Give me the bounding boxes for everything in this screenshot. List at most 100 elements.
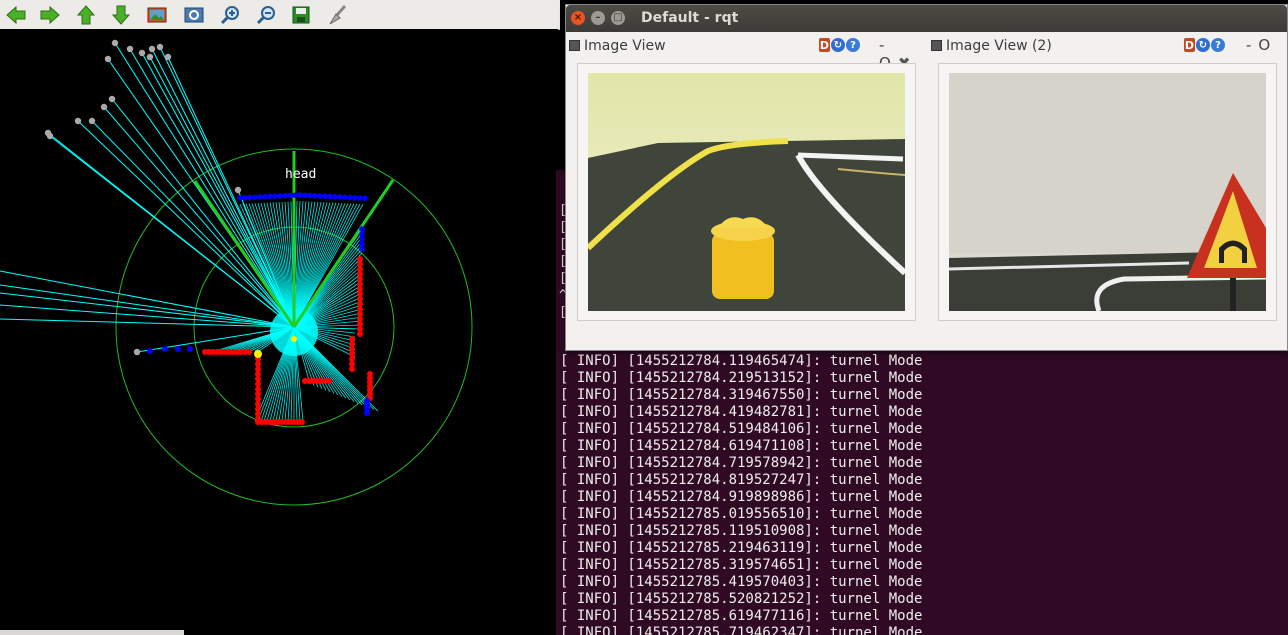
obstacle-point-blue — [147, 348, 153, 354]
far-point — [74, 117, 82, 125]
far-point — [146, 53, 154, 61]
dock-minimize-button[interactable]: - — [879, 36, 884, 54]
log-line: [ INFO] [1455212784.719578942]: turnel M… — [560, 455, 923, 471]
zoom-out-icon[interactable] — [252, 2, 280, 28]
log-line: [ INFO] [1455212785.520821252]: turnel M… — [560, 591, 923, 607]
head-label: head — [285, 167, 317, 182]
viewer-toolbar — [0, 0, 560, 30]
log-line: [ INFO] [1455212785.419570403]: turnel M… — [560, 574, 923, 590]
zoom-in-icon[interactable] — [216, 2, 244, 28]
far-point — [104, 55, 112, 63]
zoom-fit-icon[interactable] — [180, 2, 208, 28]
scan-ray — [129, 48, 295, 328]
far-point — [100, 103, 108, 111]
obstacle-point-red — [255, 416, 261, 422]
scan-ray — [0, 292, 295, 328]
dock-float-button[interactable]: O — [1258, 36, 1270, 54]
dock-d-icon[interactable]: D — [819, 38, 830, 52]
scan-ray — [167, 56, 295, 328]
obstacle-point-blue — [175, 346, 181, 352]
dock-title: Image View — [584, 38, 666, 54]
window-close-button[interactable]: × — [571, 11, 585, 25]
laser-scan-viewer[interactable]: head — [0, 29, 558, 635]
image-view-dock-1: Image View D ↻ ? -O✖ — [566, 36, 927, 348]
obstacle-point-blue — [162, 346, 168, 352]
obstacle-point-blue — [359, 226, 365, 232]
obstacle-point-blue — [359, 236, 365, 242]
target-point-yellow — [254, 350, 262, 358]
log-line: [ INFO] [1455212784.119465474]: turnel M… — [560, 353, 923, 369]
dock-header[interactable]: Image View D ↻ ? -O✖ — [566, 36, 927, 72]
far-point — [234, 186, 242, 194]
log-line: [ INFO] [1455212784.519484106]: turnel M… — [560, 421, 923, 437]
arrow-up-icon[interactable] — [72, 2, 100, 28]
dock-header[interactable]: Image View (2) D ↻ ? -O — [928, 36, 1288, 56]
save-icon[interactable] — [287, 2, 315, 28]
dock-checkbox[interactable] — [569, 40, 580, 51]
obstacle-point-blue — [362, 195, 368, 202]
obstacle-point-blue — [272, 193, 278, 200]
camera-image-frame — [938, 63, 1277, 321]
obstacle-point-blue — [267, 193, 273, 200]
image-icon[interactable] — [143, 2, 171, 28]
obstacle-point-blue — [282, 192, 288, 199]
log-line: [ INFO] [1455212785.119510908]: turnel M… — [560, 523, 923, 539]
obstacle-point-blue — [327, 193, 333, 200]
window-maximize-button[interactable]: □ — [611, 11, 625, 25]
obstacle-point-blue — [317, 193, 323, 199]
camera-image-frame — [577, 63, 916, 321]
help-icon[interactable]: ? — [846, 38, 860, 52]
dock-minimize-button[interactable]: - — [1246, 36, 1251, 54]
far-point — [111, 39, 119, 47]
obstacle-point-blue — [237, 195, 243, 201]
far-point — [108, 95, 116, 103]
log-line: [ INFO] [1455212784.219513152]: turnel M… — [560, 370, 923, 386]
dock-title: Image View (2) — [946, 38, 1052, 54]
dock-d-icon[interactable]: D — [1184, 38, 1195, 52]
target-point-yellow — [291, 336, 297, 342]
far-point — [133, 348, 141, 356]
obstacle-point-blue — [357, 195, 363, 201]
obstacle-point-blue — [292, 192, 298, 199]
obstacle-point-blue — [359, 241, 365, 247]
obstacle-point-blue — [352, 194, 358, 201]
far-point — [156, 43, 164, 51]
log-line: [ INFO] [1455212784.319467550]: turnel M… — [560, 387, 923, 403]
scan-ray — [0, 304, 295, 328]
log-line: [ INFO] [1455212785.219463119]: turnel M… — [560, 540, 923, 556]
obstacle-point-blue — [242, 194, 248, 201]
camera-image-road — [588, 73, 905, 311]
log-line: [ INFO] [1455212785.719462347]: turnel M… — [560, 625, 923, 635]
obstacle-point-blue — [252, 194, 258, 201]
obstacle-point-blue — [277, 193, 283, 199]
far-point — [44, 129, 52, 137]
arrow-right-icon[interactable] — [36, 2, 64, 28]
scan-ray — [47, 132, 295, 328]
obstacle-point-red — [246, 349, 252, 355]
reload-icon[interactable]: ↻ — [1196, 38, 1210, 52]
arrow-down-icon[interactable] — [107, 2, 135, 28]
window-minimize-button[interactable]: – — [591, 11, 605, 25]
dock-checkbox[interactable] — [931, 40, 942, 51]
log-line: [ INFO] [1455212785.319574651]: turnel M… — [560, 557, 923, 573]
obstacle-point-blue — [262, 193, 268, 200]
reload-icon[interactable]: ↻ — [831, 38, 845, 52]
help-icon[interactable]: ? — [1211, 38, 1225, 52]
obstacle-point-blue — [347, 194, 353, 201]
image-view-dock-2: Image View (2) D ↻ ? -O — [928, 36, 1288, 348]
obstacle-point-blue — [302, 192, 308, 199]
far-point — [164, 53, 172, 61]
clear-brush-icon[interactable] — [323, 2, 351, 28]
obstacle-point-blue — [332, 193, 338, 200]
obstacle-point-blue — [312, 192, 318, 199]
window-titlebar[interactable]: × – □ Default - rqt — [566, 5, 1287, 32]
log-line: [ INFO] [1455212784.819527247]: turnel M… — [560, 472, 923, 488]
far-point — [126, 45, 134, 53]
terminal-log: [ INFO] [1455212784.119465474]: turnel M… — [560, 353, 922, 635]
scan-ray — [239, 203, 295, 328]
arrow-left-icon[interactable] — [2, 2, 30, 28]
obstacle-point-blue — [359, 231, 365, 237]
obstacle-point-red — [349, 366, 355, 372]
scan-ray — [149, 56, 295, 328]
horizontal-scrollbar[interactable] — [0, 630, 184, 635]
